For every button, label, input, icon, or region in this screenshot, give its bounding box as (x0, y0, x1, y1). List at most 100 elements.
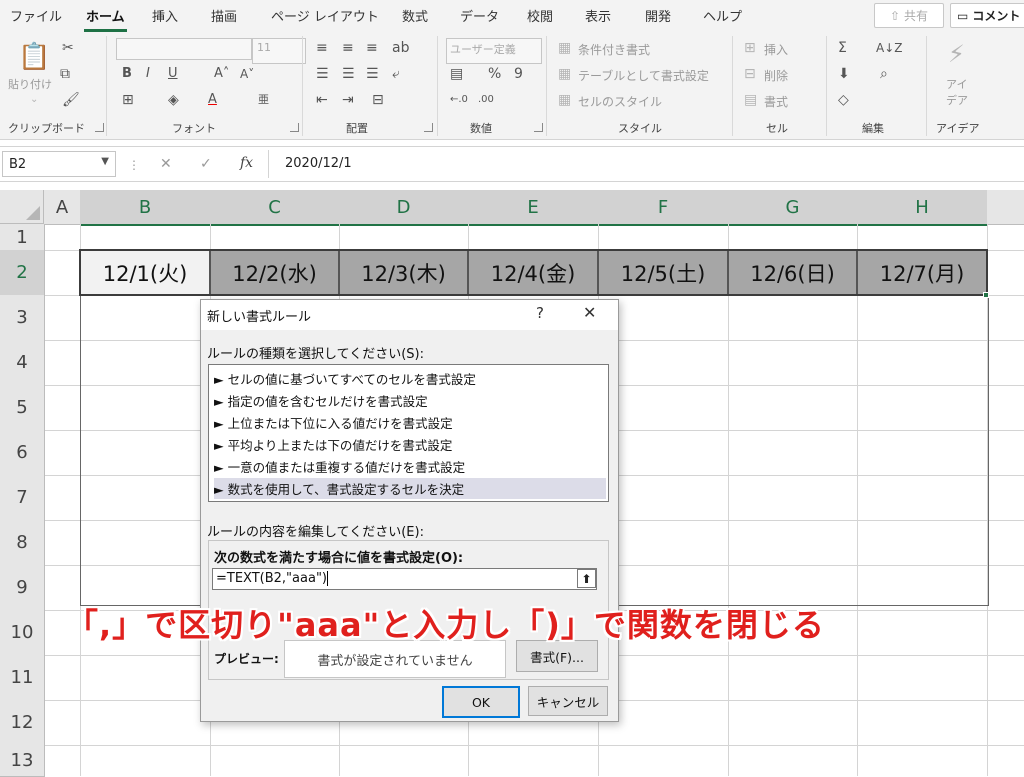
cell-styles-icon[interactable]: ▦ (558, 92, 571, 108)
ideas-label-line2[interactable]: デア (946, 92, 968, 108)
row-header-11[interactable]: 11 (0, 655, 45, 701)
row-header-6[interactable]: 6 (0, 430, 45, 476)
rule-type-item[interactable]: ► 一意の値または重複する値だけを書式設定 (214, 456, 606, 477)
name-box[interactable]: B2 ▼ (2, 151, 116, 177)
format-cells-button[interactable]: 書式 (764, 93, 788, 110)
row-header-12[interactable]: 12 (0, 700, 45, 746)
decrease-decimal-icon[interactable]: .00 (478, 92, 494, 108)
merge-center-icon[interactable]: ⊟ (372, 92, 384, 108)
align-center-icon[interactable]: ☰ (342, 66, 355, 82)
row-header-1[interactable]: 1 (0, 224, 45, 251)
fill-color-icon[interactable]: ◈ (168, 92, 179, 108)
font-size-combo[interactable]: 11 (252, 38, 306, 64)
rule-formula-input[interactable]: =TEXT(B2,"aaa") (212, 568, 597, 590)
wrap-text-icon[interactable]: ⤶ (392, 66, 400, 82)
format-as-table-icon[interactable]: ▦ (558, 66, 571, 82)
select-all-corner[interactable] (0, 190, 44, 224)
row-header-13[interactable]: 13 (0, 745, 45, 777)
delete-cells-icon[interactable]: ⊟ (744, 66, 756, 82)
paste-dropdown-icon[interactable]: ⌄ (30, 92, 38, 108)
formula-bar-splitter-icon[interactable]: ⋮ (128, 157, 140, 173)
clipboard-launcher-icon[interactable] (95, 123, 104, 132)
font-launcher-icon[interactable] (290, 123, 299, 132)
percent-style-icon[interactable]: % (488, 66, 501, 82)
number-format-combo[interactable]: ユーザー定義 (446, 38, 542, 64)
decrease-indent-icon[interactable]: ⇤ (316, 92, 328, 108)
tab-insert[interactable]: 挿入 (152, 6, 178, 25)
column-header-h[interactable]: H (857, 190, 988, 226)
column-header-e[interactable]: E (468, 190, 599, 226)
insert-function-icon[interactable]: fx (240, 155, 253, 171)
find-select-icon[interactable]: ⌕ (880, 66, 888, 82)
rule-type-item[interactable]: ► 上位または下位に入る値だけを書式設定 (214, 412, 606, 433)
confirm-entry-icon[interactable]: ✓ (200, 156, 212, 172)
font-name-combo[interactable] (116, 38, 252, 60)
conditional-format-icon[interactable]: ▦ (558, 40, 571, 56)
row-header-3[interactable]: 3 (0, 295, 45, 341)
phonetic-icon[interactable]: 亜 (258, 92, 269, 108)
clear-icon[interactable]: ◇ (838, 92, 849, 108)
rule-type-item[interactable]: ► 平均より上または下の値だけを書式設定 (214, 434, 606, 455)
insert-cells-button[interactable]: 挿入 (764, 41, 788, 58)
sort-filter-icon[interactable]: A↓Z (876, 40, 902, 56)
help-button[interactable]: ? (536, 304, 544, 322)
font-grow-icon[interactable]: A˄ (214, 66, 229, 82)
column-header-c[interactable]: C (210, 190, 340, 226)
rule-type-item-selected[interactable]: ► 数式を使用して、書式設定するセルを決定 (214, 478, 606, 499)
format-as-table-button[interactable]: テーブルとして書式設定 (578, 67, 709, 84)
tab-home[interactable]: ホーム (84, 6, 127, 32)
font-color-icon[interactable]: A (208, 92, 217, 108)
column-header-i[interactable] (987, 190, 1024, 225)
borders-icon[interactable]: ⊞ (122, 92, 134, 108)
align-left-icon[interactable]: ☰ (316, 66, 329, 82)
increase-decimal-icon[interactable]: ←.0 (450, 92, 468, 108)
align-bottom-icon[interactable]: ≡ (366, 40, 378, 56)
name-box-dropdown-icon[interactable]: ▼ (101, 156, 109, 167)
row-header-9[interactable]: 9 (0, 565, 45, 611)
comma-style-icon[interactable]: 9 (514, 66, 523, 82)
column-header-b[interactable]: B (80, 190, 211, 226)
fill-handle[interactable] (983, 292, 989, 298)
row-header-2[interactable]: 2 (0, 250, 45, 296)
orientation-icon[interactable]: ab (392, 40, 409, 56)
row-header-5[interactable]: 5 (0, 385, 45, 431)
comments-button[interactable]: ▭ コメント (950, 3, 1024, 28)
column-header-g[interactable]: G (728, 190, 858, 226)
tab-formulas[interactable]: 数式 (402, 6, 428, 25)
align-top-icon[interactable]: ≡ (316, 40, 328, 56)
italic-icon[interactable]: I (146, 66, 150, 82)
cancel-button[interactable]: キャンセル (528, 686, 608, 716)
tab-developer[interactable]: 開発 (645, 6, 671, 25)
ok-button[interactable]: OK (442, 686, 520, 718)
paste-icon[interactable]: 📋 (18, 42, 50, 72)
paste-label[interactable]: 貼り付け (8, 76, 52, 92)
cell-styles-button[interactable]: セルのスタイル (578, 93, 662, 110)
font-shrink-icon[interactable]: A˅ (240, 66, 254, 82)
tab-help[interactable]: ヘルプ (703, 6, 742, 25)
copy-icon[interactable]: ⧉ (60, 66, 70, 82)
row-header-7[interactable]: 7 (0, 475, 45, 521)
formula-bar-input[interactable]: 2020/12/1 (285, 156, 352, 171)
underline-icon[interactable]: U (168, 66, 178, 82)
tab-data[interactable]: データ (460, 6, 499, 25)
delete-cells-button[interactable]: 削除 (764, 67, 788, 84)
tab-page-layout[interactable]: ページ レイアウト (271, 6, 379, 25)
row-header-8[interactable]: 8 (0, 520, 45, 566)
row-header-4[interactable]: 4 (0, 340, 45, 386)
ideas-icon[interactable]: ⚡ (948, 40, 965, 68)
align-right-icon[interactable]: ☰ (366, 66, 379, 82)
conditional-format-button[interactable]: 条件付き書式 (578, 41, 650, 58)
column-header-d[interactable]: D (339, 190, 469, 226)
rule-type-item[interactable]: ► 指定の値を含むセルだけを書式設定 (214, 390, 606, 411)
close-icon[interactable]: ✕ (583, 303, 596, 322)
rule-type-item[interactable]: ► セルの値に基づいてすべてのセルを書式設定 (214, 368, 606, 389)
tab-file[interactable]: ファイル (10, 6, 62, 25)
insert-cells-icon[interactable]: ⊞ (744, 40, 756, 56)
cut-icon[interactable]: ✂ (62, 40, 74, 56)
column-header-a[interactable]: A (44, 190, 81, 225)
alignment-launcher-icon[interactable] (424, 123, 433, 132)
increase-indent-icon[interactable]: ⇥ (342, 92, 354, 108)
format-painter-icon[interactable]: 🖌 (62, 92, 80, 108)
row-header-10[interactable]: 10 (0, 610, 45, 656)
fill-icon[interactable]: ⬇ (838, 66, 850, 82)
